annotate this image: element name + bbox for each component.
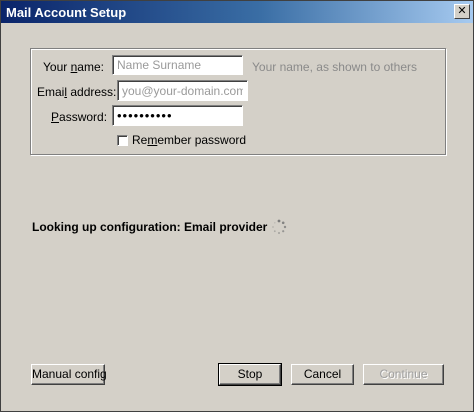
manual-config-button[interactable]: Manual config [31, 364, 107, 385]
status-message: Looking up configuration: Email provider [32, 220, 268, 234]
name-input[interactable] [112, 55, 243, 75]
close-icon: ✕ [457, 5, 467, 17]
remember-password-label[interactable]: Remember password [132, 133, 246, 147]
window-title: Mail Account Setup [6, 5, 127, 20]
continue-label: Continue [379, 367, 428, 381]
password-mask: •••••••••• [117, 108, 173, 123]
remember-password-checkbox[interactable] [117, 135, 128, 146]
manual-config-label: Manual config [32, 367, 107, 381]
title-bar[interactable]: Mail Account Setup ✕ [1, 1, 473, 23]
remember-label-suffix: ember password [157, 133, 247, 147]
mail-account-setup-dialog: Mail Account Setup ✕ Your name: Your nam… [0, 0, 474, 412]
remember-label-prefix: Re [132, 133, 148, 147]
email-input[interactable] [117, 80, 248, 101]
loading-spinner-icon [272, 219, 287, 234]
continue-button[interactable]: Continue [363, 364, 444, 385]
close-button[interactable]: ✕ [454, 4, 470, 19]
password-input[interactable]: •••••••••• [112, 105, 243, 126]
password-label-accel: P [51, 110, 60, 124]
stop-button[interactable]: Stop [218, 363, 282, 386]
name-hint: Your name, as shown to others [252, 60, 417, 74]
cancel-label: Cancel [303, 367, 342, 381]
cancel-button[interactable]: Cancel [291, 364, 354, 385]
email-label: Email address: [37, 85, 116, 99]
password-label-suffix: assword: [59, 110, 108, 124]
password-label: Password: [51, 110, 107, 124]
name-label-prefix: Your [43, 60, 71, 74]
stop-label: Stop [237, 367, 263, 381]
email-label-prefix: Emai [37, 85, 65, 99]
name-label: Your name: [43, 60, 104, 74]
email-label-suffix: address: [67, 85, 117, 99]
name-label-suffix: ame: [77, 60, 104, 74]
remember-label-accel: m [147, 133, 158, 147]
